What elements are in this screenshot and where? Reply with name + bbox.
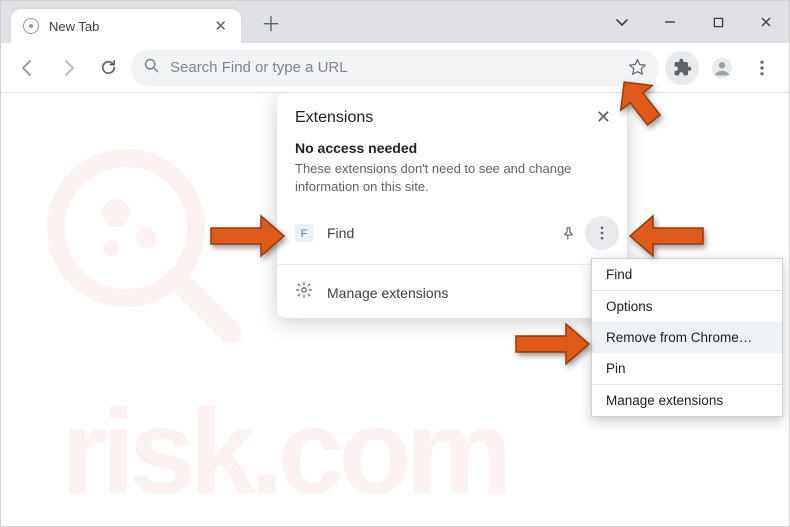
- extensions-section-heading: No access needed: [295, 140, 609, 156]
- gear-icon: [295, 281, 313, 304]
- window-controls: [607, 1, 789, 43]
- profile-button[interactable]: [705, 51, 739, 85]
- extensions-popup-title: Extensions: [295, 109, 596, 127]
- extension-context-menu: Find Options Remove from Chrome… Pin Man…: [591, 258, 783, 417]
- extensions-section-description: These extensions don't need to see and c…: [295, 160, 609, 196]
- titlebar: New Tab ✕ ＋: [1, 1, 789, 43]
- svg-text:F: F: [301, 228, 308, 240]
- search-icon: [143, 57, 160, 79]
- minimize-button[interactable]: [655, 7, 685, 37]
- divider: [277, 264, 627, 265]
- forward-button[interactable]: [51, 51, 85, 85]
- instruction-arrow: [617, 75, 687, 135]
- instruction-arrow: [206, 211, 286, 261]
- maximize-button[interactable]: [703, 7, 733, 37]
- extension-more-actions-button[interactable]: [585, 216, 619, 250]
- ctx-menu-item-pin[interactable]: Pin: [592, 353, 782, 384]
- new-tab-button[interactable]: ＋: [255, 5, 287, 40]
- reload-button[interactable]: [91, 51, 125, 85]
- extension-favicon: F: [295, 224, 313, 242]
- tab-search-button[interactable]: [607, 7, 637, 37]
- extension-name-label: Find: [327, 225, 551, 241]
- tab-favicon: [23, 18, 39, 34]
- chrome-menu-button[interactable]: [745, 51, 779, 85]
- extension-list-item[interactable]: F Find: [277, 208, 627, 258]
- omnibox[interactable]: [131, 50, 659, 86]
- instruction-arrow: [511, 319, 591, 369]
- ctx-menu-item-find[interactable]: Find: [592, 259, 782, 290]
- ctx-menu-item-options[interactable]: Options: [592, 291, 782, 322]
- back-button[interactable]: [11, 51, 45, 85]
- ctx-menu-item-manage[interactable]: Manage extensions: [592, 385, 782, 416]
- page-content: risk.com Extensions ✕ No access needed T…: [1, 93, 789, 526]
- manage-extensions-label: Manage extensions: [327, 285, 448, 301]
- extensions-popup-close-button[interactable]: ✕: [596, 107, 611, 128]
- close-window-button[interactable]: [751, 7, 781, 37]
- close-tab-button[interactable]: ✕: [210, 15, 231, 37]
- ctx-menu-item-remove[interactable]: Remove from Chrome…: [592, 322, 782, 353]
- instruction-arrow: [628, 211, 708, 261]
- tab-title: New Tab: [49, 19, 210, 34]
- browser-tab[interactable]: New Tab ✕: [11, 9, 241, 43]
- address-input[interactable]: [170, 59, 618, 76]
- manage-extensions-button[interactable]: Manage extensions: [277, 271, 627, 318]
- extensions-popup: Extensions ✕ No access needed These exte…: [277, 93, 627, 318]
- pin-extension-button[interactable]: [551, 216, 585, 250]
